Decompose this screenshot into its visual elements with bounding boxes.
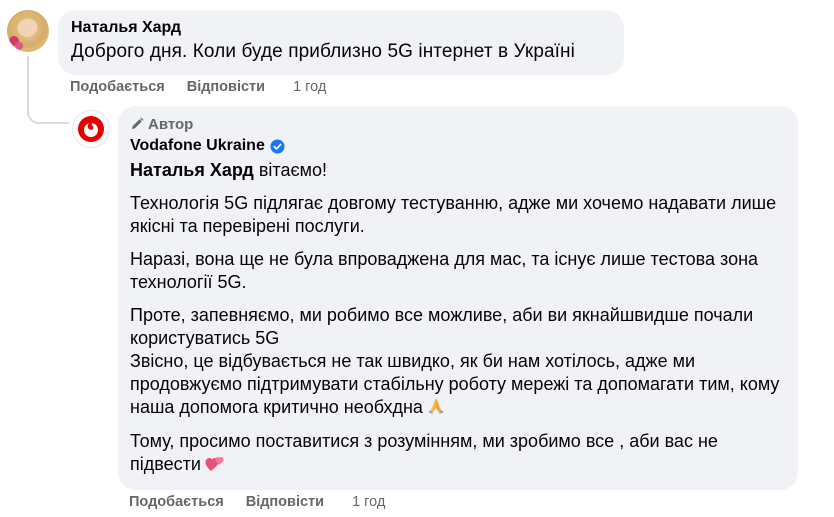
comment-bubble: Наталья Хард Доброго дня. Коли буде приб…	[58, 10, 624, 75]
reply-paragraph-1: Технологія 5G підлягає довгому тестуванн…	[130, 193, 777, 236]
praying-hands-emoji	[427, 396, 445, 420]
two-hearts-emoji	[205, 454, 227, 478]
greeting: вітаємо!	[253, 160, 328, 180]
author-badge: Автор	[130, 114, 786, 134]
thread-connector	[27, 98, 69, 124]
reply-author[interactable]: Vodafone Ukraine	[130, 136, 265, 156]
comment-author[interactable]: Наталья Хард	[71, 18, 611, 38]
mention-link[interactable]: Наталья Хард	[130, 160, 254, 180]
reply-paragraph-2: Наразі, вона ще не була впроваджена для …	[130, 249, 759, 292]
comment-actions: Подобається Відповісти 1 год	[70, 79, 326, 95]
reply-paragraph-3a: Проте, запевняємо, ми робимо все можливе…	[130, 305, 754, 348]
vodafone-avatar[interactable]	[72, 110, 110, 148]
pencil-icon	[132, 117, 144, 129]
like-button[interactable]: Подобається	[70, 79, 165, 95]
vodafone-logo-icon	[78, 116, 104, 142]
reply-button[interactable]: Відповісти	[246, 494, 324, 510]
verified-badge-icon	[270, 138, 285, 154]
timestamp[interactable]: 1 год	[293, 79, 326, 95]
like-button[interactable]: Подобається	[129, 494, 224, 510]
author-badge-label: Автор	[148, 115, 194, 133]
reply-actions: Подобається Відповісти 1 год	[129, 494, 385, 510]
reply-text: Наталья Хард вітаємо! Технологія 5G підл…	[130, 159, 786, 478]
reply-paragraph-3b: Звісно, це відбувається не так швидко, я…	[130, 351, 780, 417]
reply-button[interactable]: Відповісти	[187, 79, 265, 95]
reply-bubble: Автор Vodafone Ukraine Наталья Хард віта…	[118, 106, 798, 490]
timestamp[interactable]: 1 год	[352, 494, 385, 510]
comment-text: Доброго дня. Коли буде приблизно 5G інте…	[71, 41, 575, 62]
avatar[interactable]	[7, 10, 49, 52]
